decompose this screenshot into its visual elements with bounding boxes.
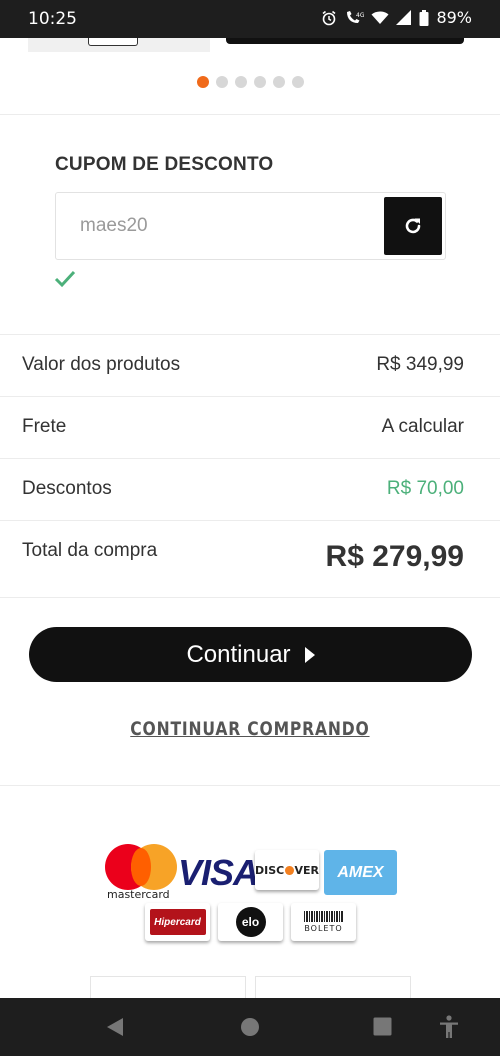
carousel-dot[interactable]: [215, 76, 228, 88]
products-label: Valor dos produtos: [22, 354, 181, 375]
carousel-dot[interactable]: [253, 76, 266, 88]
navigation-bar: [0, 998, 500, 1056]
home-icon[interactable]: [240, 1017, 260, 1042]
volte-call-icon: 4G: [344, 10, 364, 26]
discover-o-icon: [285, 865, 294, 875]
coupon-apply-button[interactable]: [384, 197, 442, 255]
product-action-button[interactable]: [226, 38, 464, 44]
divider: [0, 396, 500, 397]
carousel-dots: [0, 76, 500, 88]
elo-text: elo: [235, 907, 266, 937]
boleto-text: BOLETO: [304, 924, 343, 933]
total-label: Total da compra: [22, 540, 158, 561]
carousel-dot[interactable]: [291, 76, 304, 88]
product-thumbnail-inner: [88, 38, 138, 46]
divider: [0, 114, 500, 115]
divider: [0, 597, 500, 598]
continue-shopping-container: CONTINUAR COMPRANDO: [0, 718, 500, 740]
product-thumbnail-card[interactable]: [28, 38, 210, 52]
coupon-title: CUPOM DE DESCONTO: [55, 154, 274, 175]
hipercard-logo: Hipercard: [145, 903, 210, 941]
divider: [0, 520, 500, 521]
shipping-label: Frete: [22, 416, 67, 437]
elo-logo: elo: [218, 903, 283, 941]
barcode-icon: [303, 911, 344, 922]
discount-label: Descontos: [22, 478, 112, 499]
divider: [0, 785, 500, 786]
recents-icon[interactable]: [373, 1017, 392, 1041]
mastercard-text: mastercard: [107, 888, 170, 901]
continue-button-label: Continuar: [186, 640, 291, 668]
refresh-icon: [405, 218, 421, 234]
battery-icon: [419, 9, 429, 26]
play-arrow-icon: [304, 646, 315, 663]
coupon-input[interactable]: [80, 213, 370, 239]
accessibility-icon[interactable]: [438, 1015, 460, 1044]
signal-icon: [396, 10, 412, 25]
carousel-dot[interactable]: [272, 76, 285, 88]
divider: [0, 458, 500, 459]
status-time: 10:25: [28, 9, 77, 29]
shipping-value: A calcular: [381, 416, 464, 437]
hipercard-text: Hipercard: [149, 909, 206, 935]
status-bar: 10:25 4G 89%: [0, 0, 500, 38]
discover-logo: DISC VER: [255, 850, 319, 890]
mastercard-logo: mastercard: [105, 844, 177, 902]
wifi-icon: [371, 10, 389, 25]
back-icon[interactable]: [106, 1017, 124, 1042]
battery-percent: 89%: [436, 8, 472, 27]
boleto-logo: BOLETO: [291, 903, 356, 941]
coupon-applied-check-icon: [54, 270, 76, 293]
visa-logo: VISA: [178, 852, 259, 893]
discover-text-left: DISC: [255, 863, 285, 877]
status-icons: 4G 89%: [321, 8, 472, 27]
amex-logo: AMEX: [324, 850, 397, 895]
svg-text:4G: 4G: [356, 12, 364, 19]
carousel-dot[interactable]: [196, 76, 209, 88]
continue-shopping-link[interactable]: CONTINUAR COMPRANDO: [130, 718, 369, 740]
total-value: R$ 279,99: [325, 540, 464, 573]
divider: [0, 334, 500, 335]
coupon-field: [55, 192, 446, 260]
products-value: R$ 349,99: [376, 354, 464, 375]
carousel-dot[interactable]: [234, 76, 247, 88]
alarm-icon: [321, 10, 337, 26]
discount-value: R$ 70,00: [386, 478, 464, 499]
discover-text-right: VER: [294, 863, 320, 877]
continue-button[interactable]: Continuar: [29, 627, 472, 682]
